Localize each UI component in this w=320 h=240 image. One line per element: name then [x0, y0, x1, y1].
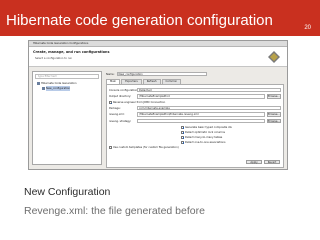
- dialog-banner: Create, manage, and run configurations S…: [29, 47, 287, 67]
- slide-number: 20: [304, 25, 311, 31]
- checkbox-checked[interactable]: [181, 135, 185, 139]
- output-dir-browse-button[interactable]: Browse...: [267, 94, 281, 99]
- package-label: Package:: [109, 106, 121, 110]
- hibernate-logo-icon: [268, 51, 280, 63]
- reveng-strategy-label: reveng. strategy:: [109, 119, 132, 123]
- slide-title: Hibernate code generation configuration: [6, 12, 273, 29]
- config-icon: [42, 87, 45, 90]
- custom-templates-label: Use custom templates (for custom file ge…: [113, 145, 179, 149]
- dialog-subheading: Select a configuration to run: [35, 57, 73, 60]
- dialog-heading: Create, manage, and run configurations: [33, 50, 110, 54]
- output-dir-row: Output directory: \HibernateExampleProd …: [109, 94, 281, 100]
- console-config-select[interactable]: Detached: [137, 87, 281, 93]
- checkbox-checked[interactable]: [181, 130, 185, 134]
- configuration-editor: Name: New_configuration Main Exporters R…: [106, 71, 284, 168]
- tree-item-new-configuration[interactable]: New_configuration: [33, 86, 101, 91]
- name-input[interactable]: New_configuration: [116, 71, 207, 77]
- reveng-xml-field[interactable]: \HibernateExampleProd/hibernate.reveng.x…: [137, 112, 265, 117]
- output-dir-label: Output directory:: [109, 95, 132, 98]
- reveng-xml-row: reveng.xml: \HibernateExampleProd/hibern…: [109, 112, 281, 118]
- output-dir-field[interactable]: \HibernateExampleProd: [137, 94, 265, 99]
- checkbox-unchecked[interactable]: [109, 145, 112, 149]
- reveng-strategy-row: reveng. strategy: Browse...: [109, 118, 281, 124]
- caption-title: New Configuration: [24, 186, 111, 198]
- configuration-tree-pane[interactable]: type filter text Hibernate Code Generati…: [32, 71, 102, 165]
- tab-main[interactable]: Main: [106, 79, 121, 84]
- reveng-strategy-field[interactable]: [137, 118, 265, 124]
- name-label: Name:: [106, 72, 115, 76]
- apply-button[interactable]: Apply: [246, 159, 262, 164]
- main-tab-panel: Console configuration: Detached Output d…: [106, 84, 284, 168]
- tab-common[interactable]: Common: [161, 79, 182, 84]
- reveng-strategy-browse-button[interactable]: Browse...: [267, 118, 281, 124]
- tab-exporters[interactable]: Exporters: [121, 79, 142, 84]
- checkbox-checked[interactable]: [181, 140, 185, 144]
- caption-body: Revenge.xml: the file generated before: [24, 205, 205, 217]
- slide-header: Hibernate code generation configuration …: [0, 0, 320, 36]
- filter-input[interactable]: type filter text: [35, 74, 99, 79]
- package-field[interactable]: com.hibernate.example: [137, 105, 281, 111]
- reveng-xml-browse-button[interactable]: Browse...: [267, 112, 281, 117]
- dialog-buttons: Apply Revert: [246, 159, 280, 164]
- option-label: Detect one-to-one associations: [185, 140, 226, 144]
- console-config-row: Console configuration: Detached: [109, 87, 281, 93]
- checkbox-checked[interactable]: [109, 101, 113, 105]
- option-label: Detect optimistic lock columns: [185, 130, 225, 134]
- code-generation-dialog: Hibernate Code Generation Configurations…: [28, 40, 288, 170]
- custom-templates-checkbox[interactable]: Use custom templates (for custom file ge…: [109, 145, 281, 150]
- reveng-jdbc-label: Reverse engineer from JDBC Connection: [113, 101, 166, 104]
- folder-icon: [37, 82, 40, 85]
- option-label: Detect many-to-many tables: [185, 135, 223, 139]
- option-label: Generate basic typed composite ids: [185, 125, 232, 129]
- reveng-xml-label: reveng.xml:: [109, 113, 125, 116]
- revert-button[interactable]: Revert: [264, 159, 280, 164]
- checkbox-checked[interactable]: [181, 125, 185, 129]
- package-row: Package: com.hibernate.example: [109, 105, 281, 111]
- tab-refresh[interactable]: Refresh: [142, 79, 161, 84]
- console-config-label: Console configuration:: [109, 88, 139, 92]
